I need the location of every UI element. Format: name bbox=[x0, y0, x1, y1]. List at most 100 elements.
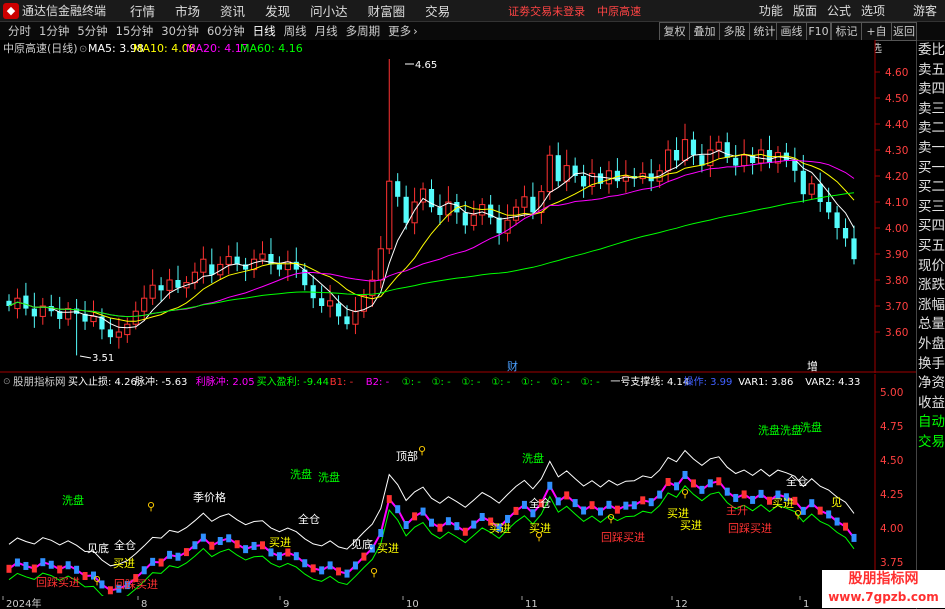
date-label: 8 bbox=[141, 599, 147, 609]
moneybag-icon: ⚲ bbox=[370, 566, 378, 579]
quote-panel-item[interactable]: 外盘 bbox=[917, 335, 945, 355]
btn-add-fav[interactable]: +自选 bbox=[861, 22, 892, 55]
period-more[interactable]: 更多 bbox=[388, 23, 411, 39]
menu-function[interactable]: 功能 bbox=[759, 2, 783, 19]
btn-overlay[interactable]: 叠加 bbox=[689, 22, 720, 41]
period-monthly[interactable]: 月线 bbox=[315, 23, 338, 39]
quote-panel-item[interactable]: 交易 bbox=[917, 433, 945, 453]
menu-market[interactable]: 市场 bbox=[175, 1, 200, 20]
indicator-title: 股朋指标网 bbox=[13, 375, 66, 388]
btn-draw[interactable]: 画线 bbox=[776, 22, 807, 41]
indicator-bar bbox=[65, 561, 71, 570]
indicator-bar bbox=[716, 477, 722, 486]
quote-panel-item[interactable]: 卖三 bbox=[917, 100, 945, 120]
indicator-bar bbox=[707, 479, 713, 488]
period-60min[interactable]: 60分钟 bbox=[207, 23, 245, 39]
title-bar: ◆ 通达信金融终端 行情 市场 资讯 发现 问小达 财富圈 交易 证劵交易未登录… bbox=[0, 0, 945, 22]
indicator-bar bbox=[724, 487, 730, 496]
quote-panel-item[interactable]: 自动 bbox=[917, 413, 945, 433]
period-fenshi[interactable]: 分时 bbox=[8, 23, 31, 39]
quote-panel-item[interactable]: 买五 bbox=[917, 237, 945, 257]
signal-label: 见底 bbox=[87, 541, 109, 555]
date-label: 10 bbox=[406, 599, 419, 609]
quote-panel-item[interactable]: 卖一 bbox=[917, 139, 945, 159]
event-zeng[interactable]: 增 bbox=[807, 359, 818, 373]
indicator-bar bbox=[336, 567, 342, 576]
quote-panel-item[interactable]: 委比 bbox=[917, 41, 945, 61]
quote-panel-item[interactable]: 卖五 bbox=[917, 61, 945, 81]
chevron-down-icon[interactable]: ⊙ bbox=[79, 44, 87, 55]
quote-panel-item[interactable]: 现价 bbox=[917, 257, 945, 277]
indicator-bar bbox=[226, 534, 232, 543]
menu-quote[interactable]: 行情 bbox=[130, 1, 155, 20]
indicator-legend-item: ①: - bbox=[551, 377, 571, 388]
period-weekly[interactable]: 周线 bbox=[284, 23, 307, 39]
event-caibao[interactable]: 财 bbox=[507, 359, 518, 373]
period-30min[interactable]: 30分钟 bbox=[161, 23, 199, 39]
btn-back[interactable]: 返回 bbox=[891, 22, 917, 41]
signal-label: 回踩买进 bbox=[114, 578, 158, 591]
indicator-bar bbox=[40, 558, 46, 567]
quote-panel-item[interactable]: 总量 bbox=[917, 315, 945, 335]
indicator-tick-label: 4.00 bbox=[880, 523, 903, 535]
menu-options[interactable]: 选项 bbox=[861, 2, 885, 19]
indicator-chart[interactable]: ⊙ 股朋指标网 买入止损: 4.26脉冲: -5.63 利脉冲: 2.05 买入盈利: … bbox=[0, 374, 916, 596]
quote-panel-item[interactable]: 买二 bbox=[917, 178, 945, 198]
quote-panel-item[interactable]: 收益 bbox=[917, 394, 945, 414]
btn-restore[interactable]: 复权 bbox=[659, 22, 690, 41]
quote-panel-item[interactable]: 卖二 bbox=[917, 119, 945, 139]
menu-discover[interactable]: 发现 bbox=[265, 1, 290, 20]
login-warning[interactable]: 证劵交易未登录 bbox=[508, 3, 585, 19]
quote-panel-item[interactable]: 涨幅 bbox=[917, 296, 945, 316]
period-multi[interactable]: 多周期 bbox=[346, 23, 381, 39]
quote-panel-item[interactable]: 换手 bbox=[917, 355, 945, 375]
menu-layout[interactable]: 版面 bbox=[793, 2, 817, 19]
period-daily[interactable]: 日线 bbox=[253, 23, 276, 39]
indicator-bar bbox=[183, 548, 189, 557]
quote-panel-item[interactable]: 净资 bbox=[917, 374, 945, 394]
quote-panel-item[interactable]: 买一 bbox=[917, 159, 945, 179]
indicator-bar bbox=[276, 552, 282, 561]
user-label[interactable]: 游客 bbox=[913, 2, 937, 19]
menu-ask[interactable]: 问小达 bbox=[310, 1, 348, 20]
btn-multi[interactable]: 多股 bbox=[719, 22, 750, 41]
app-logo-icon: ◆ bbox=[3, 2, 19, 19]
signal-label: 买进 bbox=[489, 522, 511, 535]
indicator-bar bbox=[57, 565, 63, 574]
period-1min[interactable]: 1分钟 bbox=[39, 23, 69, 39]
indicator-bar bbox=[657, 490, 663, 499]
menu-formula[interactable]: 公式 bbox=[827, 2, 851, 19]
indicator-bar bbox=[817, 506, 823, 515]
indicator-legend-item: ①: - bbox=[491, 377, 511, 388]
indicator-bar bbox=[14, 558, 20, 567]
indicator-bar bbox=[217, 537, 223, 546]
btn-mark[interactable]: 标记 bbox=[831, 22, 862, 41]
price-tick-label: 4.40 bbox=[885, 119, 908, 131]
moneybag-icon: ⚲ bbox=[794, 508, 802, 521]
menu-wealth[interactable]: 财富圈 bbox=[368, 1, 406, 20]
indicator-bar bbox=[674, 482, 680, 491]
indicator-bar bbox=[386, 495, 392, 504]
quote-panel-item[interactable]: 买四 bbox=[917, 217, 945, 237]
quote-panel-item[interactable]: 买三 bbox=[917, 198, 945, 218]
signal-label: 顶部 bbox=[396, 449, 418, 463]
period-5min[interactable]: 5分钟 bbox=[77, 23, 107, 39]
btn-f10[interactable]: F10 bbox=[806, 22, 831, 41]
indicator-bar bbox=[445, 517, 451, 526]
indicator-bar bbox=[141, 566, 147, 575]
quote-panel-item[interactable]: 卖四 bbox=[917, 80, 945, 100]
date-label: 12 bbox=[675, 599, 688, 609]
kline-chart[interactable]: 中原高速(日线) ⊙ MA5: 3.98 MA10: 4.08 MA20: 4.… bbox=[0, 40, 916, 373]
signal-label: 回踩买进 bbox=[728, 522, 772, 535]
indicator-bar bbox=[547, 481, 553, 490]
indicator-legend-item: VAR2: 4.33 bbox=[805, 377, 860, 388]
quote-panel-item[interactable]: 涨跌 bbox=[917, 276, 945, 296]
period-15min[interactable]: 15分钟 bbox=[116, 23, 154, 39]
settings-icon[interactable]: ⊙ bbox=[3, 377, 11, 387]
menu-trade[interactable]: 交易 bbox=[425, 1, 450, 20]
chevron-right-icon[interactable]: › bbox=[413, 24, 418, 38]
indicator-bar bbox=[834, 517, 840, 526]
low-price-label: 3.51 bbox=[92, 353, 114, 364]
menu-news[interactable]: 资讯 bbox=[220, 1, 245, 20]
indicator-bar bbox=[750, 495, 756, 504]
